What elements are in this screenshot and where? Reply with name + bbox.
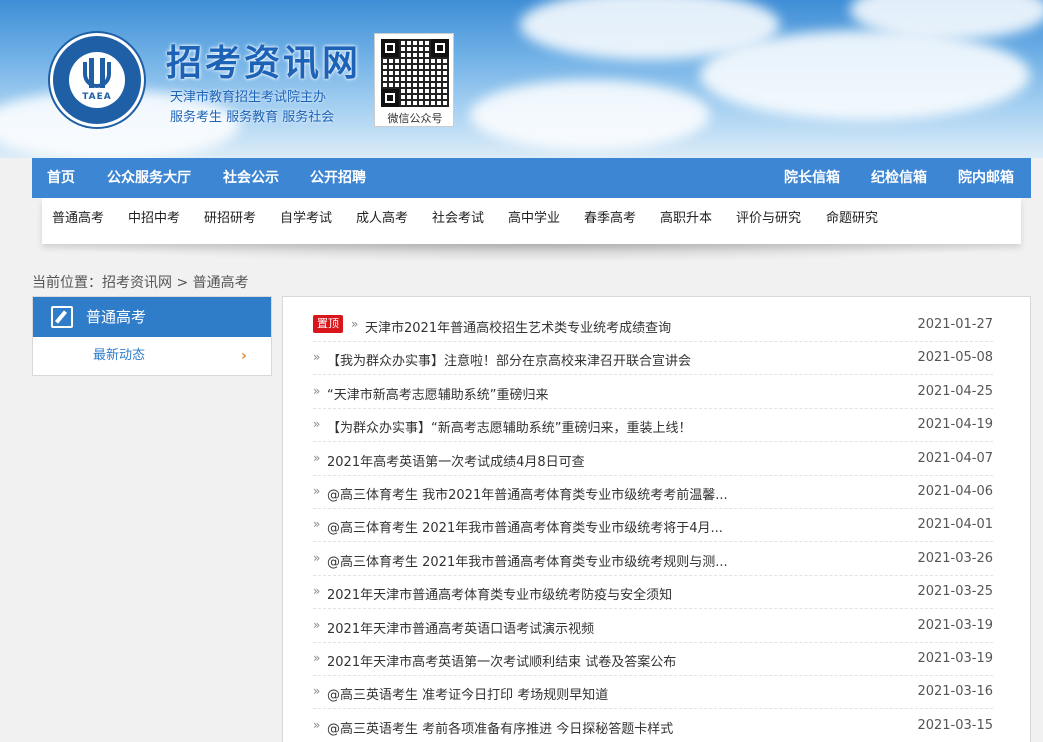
- breadcrumb-label: 当前位置：: [32, 275, 102, 291]
- list-item[interactable]: » 2021年高考英语第一次考试成绩4月8日可查 2021-04-07: [313, 443, 993, 476]
- list-item[interactable]: » 【为群众办实事】“新高考志愿辅助系统”重磅归来，重装上线！ 2021-04-19: [313, 409, 993, 443]
- breadcrumb-current[interactable]: 普通高考: [193, 275, 249, 291]
- nav-internal-mail[interactable]: 院内邮箱: [958, 158, 1014, 198]
- nav-recruitment[interactable]: 公开招聘: [310, 158, 366, 198]
- news-title-link[interactable]: 2021年天津市高考英语第一次考试顺利结束 试卷及答案公布: [327, 651, 676, 670]
- nav-president-mailbox[interactable]: 院长信箱: [784, 158, 840, 198]
- news-date: 2021-01-27: [917, 317, 993, 332]
- wechat-qr-code: 微信公众号: [374, 33, 454, 127]
- news-title-link[interactable]: @高三英语考生 准考证今日打印 考场规则早知道: [327, 684, 608, 703]
- double-chevron-icon: »: [313, 450, 321, 465]
- news-date: 2021-04-25: [917, 383, 993, 399]
- main-nav: 首页 公众服务大厅 社会公示 公开招聘 院长信箱 纪检信箱 院内邮箱: [32, 158, 1031, 198]
- news-title-link[interactable]: “天津市新高考志愿辅助系统”重磅归来: [327, 384, 548, 403]
- subnav-item[interactable]: 普通高考: [52, 198, 104, 240]
- breadcrumb-separator: >: [176, 275, 189, 291]
- news-title-link[interactable]: @高三体育考生 我市2021年普通高考体育类专业市级统考考前温馨...: [327, 484, 728, 503]
- subnav-item[interactable]: 高中学业: [508, 198, 560, 240]
- nav-public-service-hall[interactable]: 公众服务大厅: [107, 158, 191, 198]
- breadcrumb-home[interactable]: 招考资讯网: [102, 275, 172, 291]
- list-item[interactable]: 置顶 » 天津市2021年普通高校招生艺术类专业统考成绩查询 2021-01-27: [313, 309, 993, 342]
- double-chevron-icon: »: [313, 717, 321, 732]
- site-subtitle: 天津市教育招生考试院主办: [170, 90, 327, 105]
- side-item-label: 最新动态: [93, 348, 146, 363]
- side-item-latest-news[interactable]: 最新动态 ›: [33, 341, 271, 371]
- news-date: 2021-05-08: [917, 350, 993, 366]
- list-item[interactable]: » 2021年天津市高考英语第一次考试顺利结束 试卷及答案公布 2021-03-19: [313, 643, 993, 676]
- double-chevron-icon: »: [313, 383, 321, 398]
- news-date: 2021-03-16: [917, 684, 993, 700]
- chevron-right-icon: ›: [241, 348, 247, 364]
- subnav-shadow: [32, 244, 1031, 262]
- news-title-link[interactable]: 【我为群众办实事】注意啦！部分在京高校来津召开联合宣讲会: [327, 350, 691, 369]
- news-title-link[interactable]: 天津市2021年普通高校招生艺术类专业统考成绩查询: [365, 317, 671, 336]
- news-date: 2021-03-19: [917, 617, 993, 633]
- subnav-item[interactable]: 中招中考: [128, 198, 180, 240]
- qr-code-icon: [381, 39, 449, 107]
- news-date: 2021-03-26: [917, 550, 993, 566]
- side-menu: 普通高考 最新动态 ›: [32, 296, 272, 376]
- double-chevron-icon: »: [313, 550, 321, 565]
- site-title: 招考资讯网: [166, 42, 362, 84]
- news-title-link[interactable]: @高三体育考生 2021年我市普通高考体育类专业市级统考规则与测...: [327, 551, 728, 570]
- news-title-link[interactable]: @高三英语考生 考前各项准备有序推进 今日探秘答题卡样式: [327, 718, 673, 737]
- news-date: 2021-04-01: [917, 517, 993, 533]
- news-list: 置顶 » 天津市2021年普通高校招生艺术类专业统考成绩查询 2021-01-27 » 【…: [282, 296, 1031, 742]
- list-item[interactable]: » @高三体育考生 2021年我市普通高考体育类专业市级统考规则与测... 2021…: [313, 543, 993, 576]
- news-title-link[interactable]: 【为群众办实事】“新高考志愿辅助系统”重磅归来，重装上线！: [327, 417, 691, 436]
- list-item[interactable]: » 【我为群众办实事】注意啦！部分在京高校来津召开联合宣讲会 2021-05-08: [313, 342, 993, 376]
- news-title-link[interactable]: 2021年高考英语第一次考试成绩4月8日可查: [327, 451, 585, 470]
- list-item[interactable]: » @高三英语考生 考前各项准备有序推进 今日探秘答题卡样式 2021-03-15: [313, 710, 993, 742]
- cloud-decoration: [700, 30, 1030, 120]
- list-item[interactable]: » @高三体育考生 2021年我市普通高考体育类专业市级统考将于4月... 2021…: [313, 509, 993, 543]
- double-chevron-icon: »: [313, 617, 321, 632]
- news-date: 2021-03-25: [917, 584, 993, 600]
- news-title-link[interactable]: 2021年天津市普通高考英语口语考试演示视频: [327, 618, 594, 637]
- double-chevron-icon: »: [313, 350, 321, 365]
- subnav-item[interactable]: 评价与研究: [736, 198, 801, 240]
- subnav-item[interactable]: 命题研究: [826, 198, 878, 240]
- side-menu-header: 普通高考: [33, 297, 271, 337]
- double-chevron-icon: »: [313, 484, 321, 498]
- subnav-item[interactable]: 成人高考: [356, 198, 408, 240]
- nav-public-notice[interactable]: 社会公示: [223, 158, 279, 198]
- news-title-link[interactable]: 2021年天津市普通高考体育类专业市级统考防疫与安全须知: [327, 584, 672, 603]
- news-title-link[interactable]: @高三体育考生 2021年我市普通高考体育类专业市级统考将于4月...: [327, 517, 723, 536]
- list-item[interactable]: » @高三体育考生 我市2021年普通高考体育类专业市级统考考前温馨... 2021…: [313, 476, 993, 509]
- double-chevron-icon: »: [313, 417, 321, 432]
- double-chevron-icon: »: [351, 317, 359, 331]
- edit-icon: [51, 306, 73, 328]
- subnav-item[interactable]: 自学考试: [280, 198, 332, 240]
- side-menu-title: 普通高考: [86, 308, 147, 326]
- logo-emblem: TAEA: [69, 52, 125, 108]
- news-date: 2021-04-19: [917, 417, 993, 433]
- cloud-decoration: [470, 80, 710, 150]
- site-slogan: 服务考生 服务教育 服务社会: [170, 110, 335, 125]
- nav-home[interactable]: 首页: [47, 158, 75, 198]
- list-item[interactable]: » “天津市新高考志愿辅助系统”重磅归来 2021-04-25: [313, 376, 993, 409]
- nav-discipline-mailbox[interactable]: 纪检信箱: [871, 158, 927, 198]
- double-chevron-icon: »: [313, 584, 321, 599]
- news-date: 2021-04-07: [917, 450, 993, 466]
- list-item[interactable]: » 2021年天津市普通高考英语口语考试演示视频 2021-03-19: [313, 610, 993, 643]
- site-header: TAEA 招考资讯网 天津市教育招生考试院主办 服务考生 服务教育 服务社会 微…: [0, 0, 1043, 158]
- list-item[interactable]: » @高三英语考生 准考证今日打印 考场规则早知道 2021-03-16: [313, 676, 993, 710]
- subnav-item[interactable]: 研招研考: [204, 198, 256, 240]
- taea-logo[interactable]: TAEA: [50, 33, 144, 127]
- subnav-item[interactable]: 春季高考: [584, 198, 636, 240]
- news-date: 2021-03-15: [917, 717, 993, 733]
- sub-nav: 普通高考 中招中考 研招研考 自学考试 成人高考 社会考试 高中学业 春季高考 …: [42, 198, 1021, 244]
- news-date: 2021-03-19: [917, 651, 993, 666]
- qr-label: 微信公众号: [387, 112, 443, 125]
- list-item[interactable]: » 2021年天津市普通高考体育类专业市级统考防疫与安全须知 2021-03-25: [313, 576, 993, 610]
- double-chevron-icon: »: [313, 517, 321, 532]
- subnav-item[interactable]: 高职升本: [660, 198, 712, 240]
- breadcrumb: 当前位置：招考资讯网 > 普通高考: [32, 272, 249, 292]
- subnav-item[interactable]: 社会考试: [432, 198, 484, 240]
- double-chevron-icon: »: [313, 651, 321, 665]
- news-date: 2021-04-06: [917, 484, 993, 499]
- double-chevron-icon: »: [313, 684, 321, 699]
- pinned-badge: 置顶: [313, 315, 343, 333]
- logo-text: TAEA: [82, 92, 112, 102]
